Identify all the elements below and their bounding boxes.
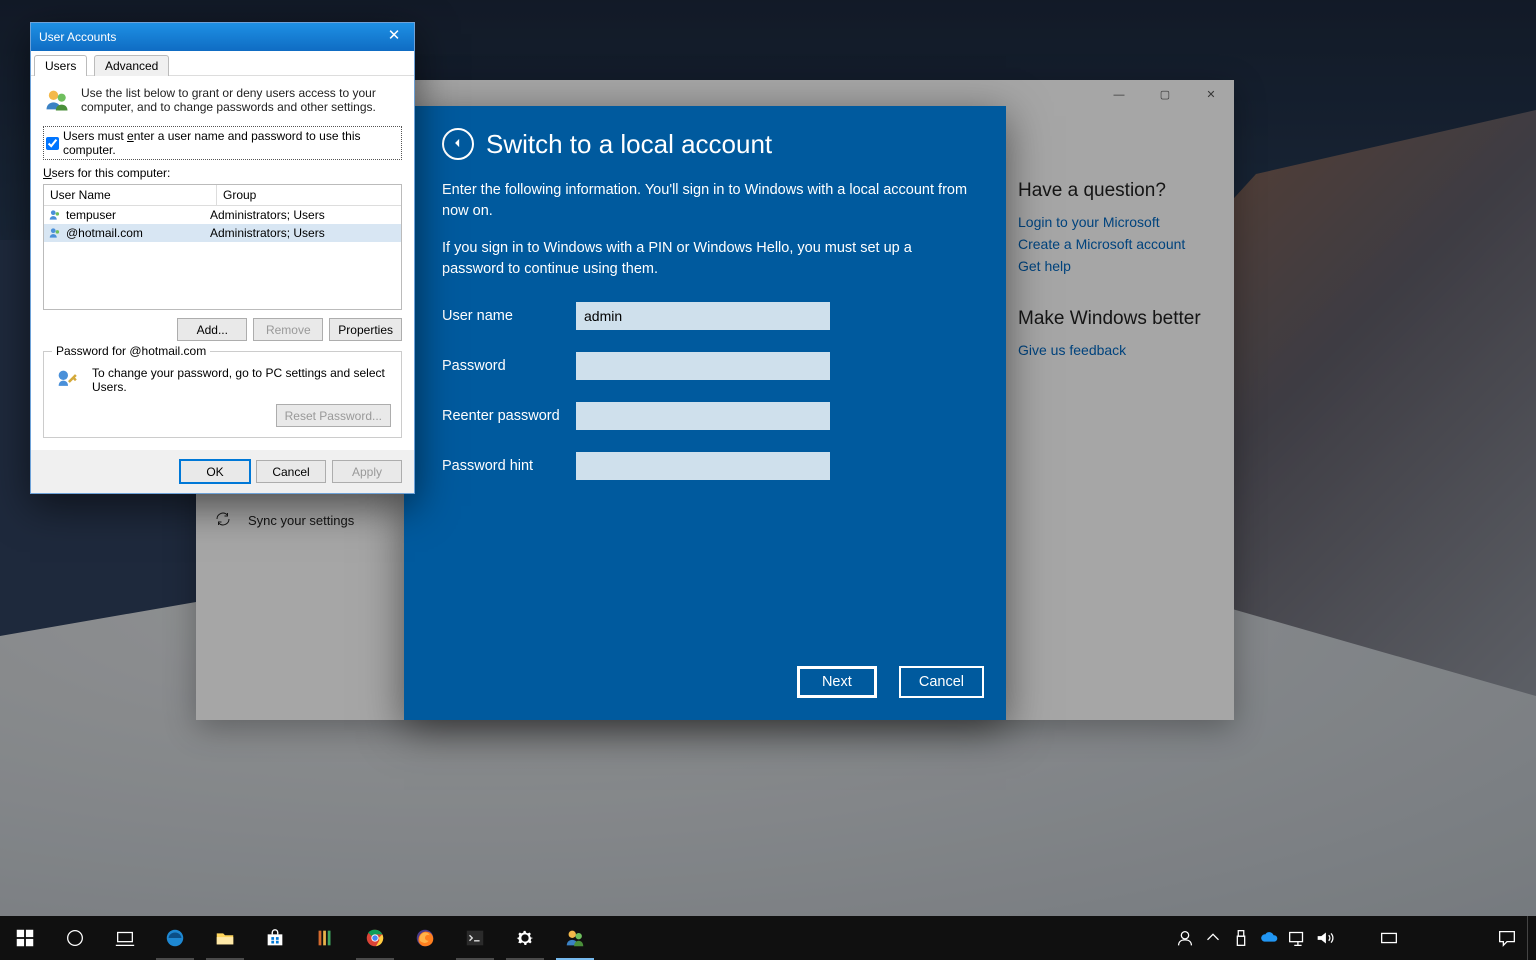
- ua-panel: Use the list below to grant or deny user…: [31, 76, 414, 450]
- switch-paragraph-1: Enter the following information. You'll …: [442, 180, 968, 222]
- ua-require-password-checkbox[interactable]: [46, 137, 59, 150]
- user-accounts-dialog: User Accounts ✕ Users Advanced Use the l…: [30, 22, 415, 494]
- switch-body: Enter the following information. You'll …: [404, 170, 1006, 504]
- ua-button-row: Add... Remove Properties: [43, 318, 402, 341]
- tray-volume-icon[interactable]: [1311, 916, 1339, 960]
- cell-group: Administrators; Users: [210, 226, 397, 240]
- cell-group: Administrators; Users: [210, 208, 397, 222]
- input-password[interactable]: [576, 352, 830, 380]
- switch-header: Switch to a local account: [404, 106, 1006, 170]
- task-view-button[interactable]: [100, 916, 150, 960]
- row-hint: Password hint: [442, 452, 968, 480]
- label-username: User name: [442, 306, 576, 327]
- cancel-button[interactable]: Cancel: [256, 460, 326, 483]
- tray-overflow-icon[interactable]: [1199, 916, 1227, 960]
- ua-titlebar[interactable]: User Accounts ✕: [31, 23, 414, 51]
- row-username: User name: [442, 302, 968, 330]
- taskbar-app-generic-1[interactable]: [300, 916, 350, 960]
- input-password-hint[interactable]: [576, 452, 830, 480]
- ua-list-label: Users for this computer:: [43, 166, 402, 180]
- ua-table-header: User Name Group: [44, 185, 401, 206]
- ua-intro-text: Use the list below to grant or deny user…: [81, 86, 402, 114]
- user-icon: [48, 208, 62, 222]
- remove-user-button[interactable]: Remove: [253, 318, 323, 341]
- user-icon: [48, 226, 62, 240]
- ua-require-password-checkbox-row[interactable]: Users must enter a user name and passwor…: [43, 126, 402, 160]
- input-reenter-password[interactable]: [576, 402, 830, 430]
- col-username[interactable]: User Name: [44, 185, 217, 205]
- taskbar-app-terminal[interactable]: [450, 916, 500, 960]
- start-button[interactable]: [0, 916, 50, 960]
- taskbar-app-chrome[interactable]: [350, 916, 400, 960]
- table-row[interactable]: tempuser Administrators; Users: [44, 206, 401, 224]
- switch-paragraph-2: If you sign in to Windows with a PIN or …: [442, 238, 968, 280]
- label-password: Password: [442, 356, 576, 377]
- label-password-hint: Password hint: [442, 456, 576, 477]
- tray-onedrive-icon[interactable]: [1255, 916, 1283, 960]
- ua-password-group-text: To change your password, go to PC settin…: [92, 366, 391, 394]
- table-row[interactable]: @hotmail.com Administrators; Users: [44, 224, 401, 242]
- back-arrow-icon: [451, 136, 465, 153]
- taskbar-app-firefox[interactable]: [400, 916, 450, 960]
- show-desktop-button[interactable]: [1527, 916, 1536, 960]
- ua-footer: OK Cancel Apply: [31, 450, 414, 493]
- tab-users[interactable]: Users: [34, 55, 87, 76]
- row-reenter: Reenter password: [442, 402, 968, 430]
- label-reenter-password: Reenter password: [442, 406, 576, 427]
- col-group[interactable]: Group: [217, 185, 401, 205]
- system-tray: [1171, 916, 1536, 960]
- properties-button[interactable]: Properties: [329, 318, 402, 341]
- switch-title: Switch to a local account: [486, 129, 772, 160]
- action-center-button[interactable]: [1487, 927, 1527, 949]
- ua-tabstrip: Users Advanced: [31, 51, 414, 76]
- people-icon: [43, 86, 71, 114]
- cancel-button[interactable]: Cancel: [899, 666, 984, 698]
- taskbar-app-file-explorer[interactable]: [200, 916, 250, 960]
- ua-password-group-title: Password for @hotmail.com: [52, 344, 210, 358]
- key-icon: [54, 366, 82, 394]
- ua-title-text: User Accounts: [39, 30, 116, 44]
- tray-network-icon[interactable]: [1283, 916, 1311, 960]
- input-username[interactable]: [576, 302, 830, 330]
- cell-username: tempuser: [66, 208, 116, 222]
- tray-people-icon[interactable]: [1171, 916, 1199, 960]
- next-button[interactable]: Next: [797, 666, 877, 698]
- ua-checkbox-label: Users must enter a user name and passwor…: [63, 129, 399, 157]
- back-button[interactable]: [442, 128, 474, 160]
- add-user-button[interactable]: Add...: [177, 318, 247, 341]
- tray-language-icon[interactable]: [1339, 916, 1375, 960]
- tray-input-indicator-icon[interactable]: [1375, 916, 1403, 960]
- tray-usb-icon[interactable]: [1227, 916, 1255, 960]
- taskbar-app-settings[interactable]: [500, 916, 550, 960]
- taskbar-app-store[interactable]: [250, 916, 300, 960]
- taskbar: [0, 916, 1536, 960]
- ua-intro: Use the list below to grant or deny user…: [43, 86, 402, 114]
- cortana-button[interactable]: [50, 916, 100, 960]
- ua-password-group: Password for @hotmail.com To change your…: [43, 351, 402, 438]
- row-password: Password: [442, 352, 968, 380]
- taskbar-app-edge[interactable]: [150, 916, 200, 960]
- switch-local-account-modal: Switch to a local account Enter the foll…: [404, 106, 1006, 720]
- cell-username: @hotmail.com: [66, 226, 143, 240]
- ua-user-table: User Name Group tempuser Administrators;…: [43, 184, 402, 310]
- reset-password-button[interactable]: Reset Password...: [276, 404, 391, 427]
- ok-button[interactable]: OK: [180, 460, 250, 483]
- ua-close-button[interactable]: ✕: [374, 23, 414, 51]
- taskbar-app-user-accounts[interactable]: [550, 916, 600, 960]
- apply-button[interactable]: Apply: [332, 460, 402, 483]
- switch-button-row: Next Cancel: [797, 666, 984, 698]
- tab-advanced[interactable]: Advanced: [94, 55, 169, 76]
